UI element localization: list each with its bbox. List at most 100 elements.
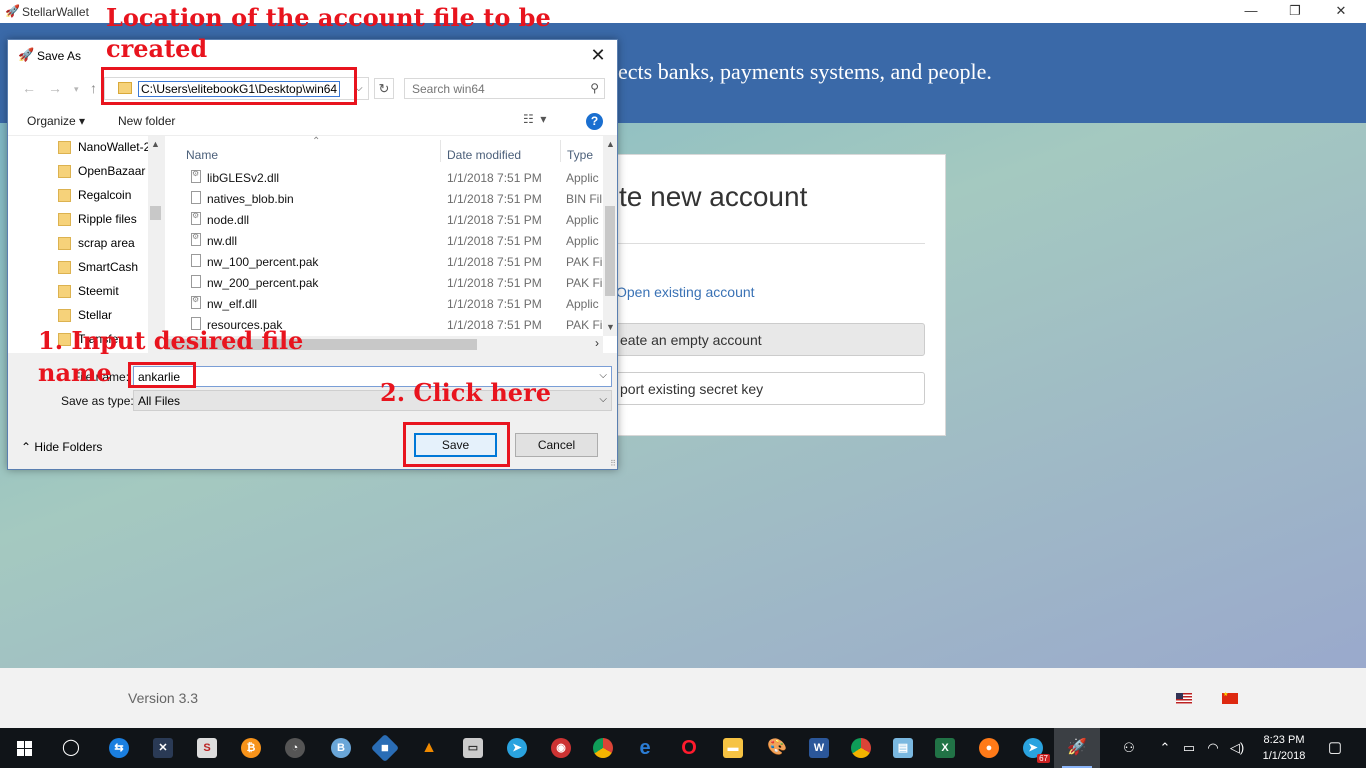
view-options-icon[interactable]: ☷ ▾ — [523, 112, 546, 126]
volume-icon[interactable]: ◁) — [1228, 728, 1246, 768]
column-separator[interactable] — [560, 140, 561, 162]
resize-grip-icon[interactable]: ⠿ — [610, 459, 616, 468]
word-icon[interactable]: W — [796, 728, 842, 768]
folder-icon — [58, 285, 71, 298]
scroll-right-icon[interactable]: › — [595, 336, 599, 350]
excel-icon[interactable]: X — [922, 728, 968, 768]
create-empty-account-button[interactable]: eate an empty account — [611, 323, 925, 356]
nav-scrollbar[interactable]: ▲ — [148, 136, 163, 353]
file-name: node.dll — [207, 213, 250, 227]
search-circle-icon[interactable]: ◯ — [48, 728, 94, 768]
file-row[interactable]: libGLESv2.dll 1/1/2018 7:51 PM Applic — [165, 167, 603, 188]
teamviewer-icon[interactable]: ⇆ — [96, 728, 142, 768]
waves-icon[interactable]: ◆ — [362, 728, 408, 768]
annotation-box-address — [101, 67, 357, 105]
folder-icon — [58, 261, 71, 274]
file-row[interactable]: node.dll 1/1/2018 7:51 PM Applic — [165, 209, 603, 230]
file-row[interactable]: nw_200_percent.pak 1/1/2018 7:51 PM PAK … — [165, 272, 603, 293]
file-date: 1/1/2018 7:51 PM — [447, 234, 542, 248]
chrome-user-icon[interactable] — [838, 728, 884, 768]
file-row[interactable]: natives_blob.bin 1/1/2018 7:51 PM BIN Fi… — [165, 188, 603, 209]
us-flag-icon[interactable] — [1176, 693, 1192, 704]
close-window-button[interactable]: ✕ — [1318, 0, 1364, 23]
scroll-up-icon[interactable]: ▲ — [151, 139, 160, 149]
nav-scroll-thumb[interactable] — [150, 206, 161, 220]
search-box[interactable]: ⚲ — [404, 78, 605, 99]
stellar-rocket-icon[interactable]: 🚀 — [1054, 728, 1100, 768]
organize-button[interactable]: Organize ▾ — [27, 114, 85, 128]
import-secret-key-button[interactable]: port existing secret key — [611, 372, 925, 405]
windows-start-icon[interactable] — [0, 728, 48, 768]
hide-folders-toggle[interactable]: ⌃ Hide Folders — [21, 440, 102, 454]
chrome-icon[interactable] — [580, 728, 626, 768]
chevron-up-icon[interactable]: ⌃ — [1156, 728, 1174, 768]
up-arrow-icon[interactable]: ↑ — [90, 80, 97, 96]
wifi-icon[interactable]: ◠ — [1204, 728, 1222, 768]
nav-folder-label: scrap area — [78, 236, 135, 250]
vlc-icon[interactable]: ▲ — [406, 728, 452, 768]
open-existing-account-link[interactable]: Open existing account — [616, 284, 755, 300]
dialog-rocket-icon: 🚀 — [18, 47, 35, 62]
back-arrow-icon[interactable]: ← — [22, 80, 36, 96]
sketch-s-icon[interactable]: S — [184, 728, 230, 768]
telegram-icon[interactable]: ➤ — [494, 728, 540, 768]
chevron-down-icon: ⌵ — [599, 394, 607, 405]
china-flag-icon[interactable] — [1222, 691, 1238, 704]
caret-up-icon: ⌃ — [21, 440, 32, 454]
cancel-button[interactable]: Cancel — [515, 433, 598, 457]
monitor-icon[interactable]: ▭ — [450, 728, 496, 768]
annotation-box-save — [403, 422, 510, 467]
refresh-button[interactable]: ↻ — [374, 78, 394, 99]
nav-folder-label: NanoWallet-2 — [78, 140, 151, 154]
opera-icon[interactable]: O — [666, 728, 712, 768]
bitcoin-wallet-icon[interactable]: B — [318, 728, 364, 768]
search-input[interactable] — [405, 79, 580, 98]
file-icon — [191, 275, 201, 288]
annotation-box-filename — [128, 362, 196, 388]
help-icon[interactable]: ? — [586, 113, 603, 130]
notepad-icon[interactable]: ▤ — [880, 728, 926, 768]
minimize-button[interactable]: — — [1228, 0, 1274, 23]
bitcoin-icon[interactable]: ₿ — [228, 728, 274, 768]
firefox-icon[interactable]: ● — [966, 728, 1012, 768]
file-icon — [191, 191, 201, 204]
restore-button[interactable]: ❐ — [1272, 0, 1318, 23]
column-header-name[interactable]: Name — [186, 148, 218, 162]
vscroll-thumb[interactable] — [605, 206, 615, 296]
nav-folder-label: Regalcoin — [78, 188, 132, 202]
battery-icon[interactable]: ▭ — [1180, 728, 1198, 768]
forward-arrow-icon[interactable]: → — [48, 80, 62, 96]
file-row[interactable]: nw_elf.dll 1/1/2018 7:51 PM Applic — [165, 293, 603, 314]
paint-icon[interactable]: 🎨 — [754, 728, 800, 768]
folder-icon — [58, 213, 71, 226]
telegram-icon[interactable]: ➤ 67 — [1010, 728, 1056, 768]
column-header-type[interactable]: Type — [567, 148, 593, 162]
system-clock[interactable]: 8:23 PM 1/1/2018 — [1254, 732, 1314, 764]
file-list-vscrollbar[interactable]: ▲ ▼ — [603, 136, 617, 336]
nav-folder-label: Ripple files — [78, 212, 137, 226]
scroll-down-icon[interactable]: ▼ — [606, 322, 615, 332]
chevron-down-icon[interactable]: ⌵ — [599, 370, 607, 381]
file-explorer-icon[interactable]: ▬ — [710, 728, 756, 768]
file-type: PAK Fi — [566, 276, 603, 290]
speedometer-icon[interactable]: ◔ — [272, 728, 318, 768]
file-date: 1/1/2018 7:51 PM — [447, 297, 542, 311]
cast-icon[interactable]: ◉ — [538, 728, 584, 768]
edge-icon[interactable]: e — [622, 728, 668, 768]
action-center-icon[interactable]: ▢ — [1320, 728, 1350, 768]
file-row[interactable]: nw.dll 1/1/2018 7:51 PM Applic — [165, 230, 603, 251]
clock-date: 1/1/2018 — [1262, 750, 1306, 762]
column-separator[interactable] — [440, 140, 441, 162]
dialog-close-button[interactable]: ✕ — [583, 42, 613, 68]
new-folder-button[interactable]: New folder — [118, 114, 175, 128]
card-title: te new account — [619, 181, 808, 212]
card-divider — [611, 243, 925, 244]
people-icon[interactable]: ⚇ — [1118, 728, 1140, 768]
column-header-date[interactable]: Date modified — [447, 148, 521, 162]
exodus-icon[interactable]: ✕ — [140, 728, 186, 768]
hide-folders-label: Hide Folders — [34, 440, 103, 454]
scroll-up-icon[interactable]: ▲ — [606, 139, 615, 149]
recent-locations-icon[interactable]: ▾ — [74, 84, 79, 95]
file-name: nw.dll — [207, 234, 238, 248]
file-row[interactable]: nw_100_percent.pak 1/1/2018 7:51 PM PAK … — [165, 251, 603, 272]
